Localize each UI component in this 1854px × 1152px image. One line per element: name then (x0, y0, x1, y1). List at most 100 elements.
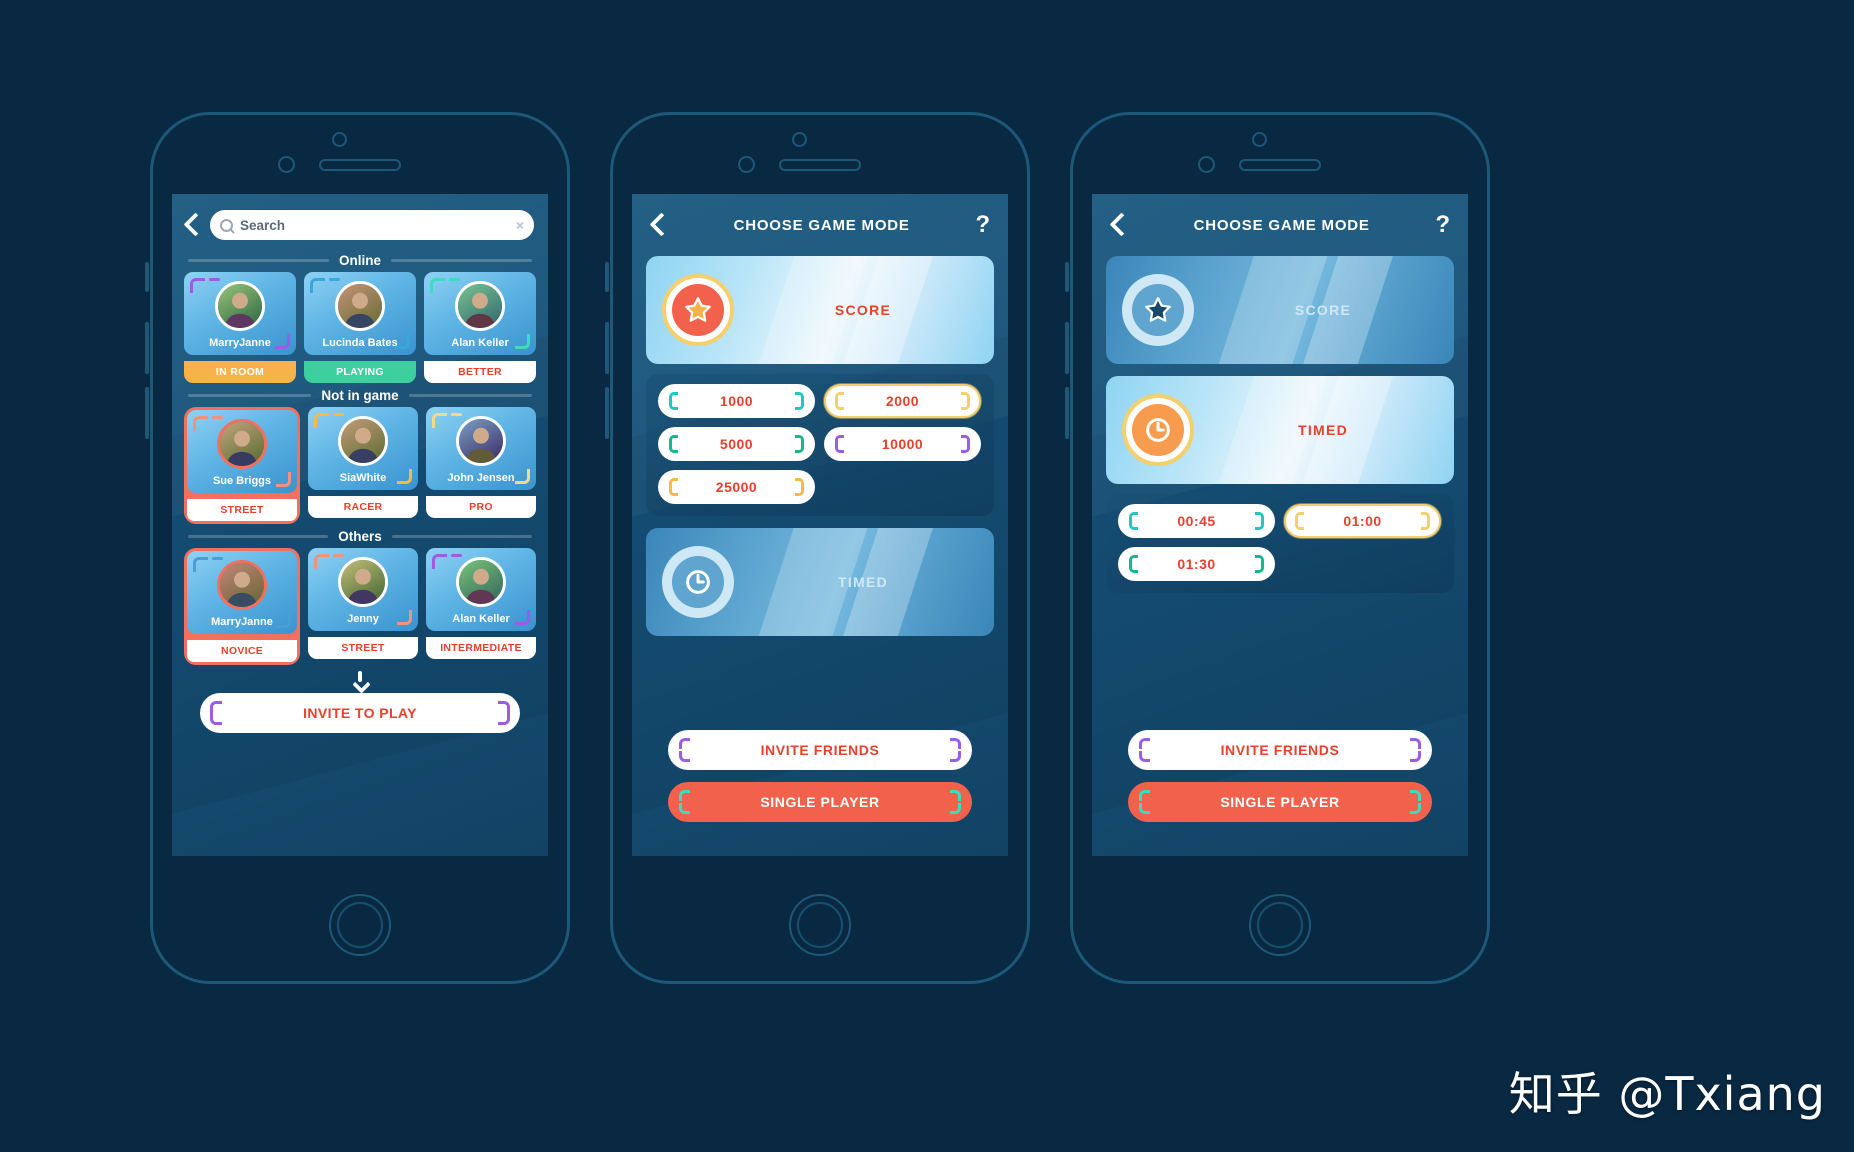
corner-accent-icon (1421, 512, 1430, 521)
player-card[interactable]: John Jensen PRO (426, 407, 536, 524)
app-mockup-canvas: Search × Online MarryJanne IN ROOM Lucinda … (0, 0, 1854, 1152)
help-icon[interactable]: ? (1435, 213, 1450, 237)
invite-friends-button[interactable]: INVITE FRIENDS (1128, 730, 1432, 770)
divider (391, 535, 533, 538)
player-card-body: Lucinda Bates (304, 272, 416, 355)
player-card[interactable]: Alan Keller BETTER (424, 272, 536, 383)
back-icon[interactable] (648, 212, 668, 238)
corner-accent-icon (209, 278, 220, 281)
status-badge: STREET (187, 499, 297, 521)
mode-card-timed[interactable]: TIMED (646, 528, 994, 636)
corner-accent-icon (210, 701, 222, 713)
player-card[interactable]: MarryJanne IN ROOM (184, 272, 296, 383)
corner-accent-icon (276, 613, 291, 628)
section-title: Others (338, 529, 382, 544)
player-card[interactable]: SiaWhite RACER (308, 407, 418, 524)
corner-accent-icon (1129, 564, 1138, 573)
corner-accent-icon (515, 334, 530, 349)
option-pill[interactable]: 01:30 (1118, 547, 1275, 581)
corner-accent-icon (212, 416, 223, 419)
corner-accent-icon (1129, 512, 1138, 521)
corner-accent-icon (795, 401, 804, 410)
corner-accent-icon (669, 435, 678, 444)
corner-accent-icon (210, 713, 222, 725)
phone-volume-down (1065, 387, 1069, 439)
help-icon[interactable]: ? (975, 213, 990, 237)
corner-accent-icon (669, 487, 678, 496)
phone-home-button[interactable] (329, 894, 391, 956)
corner-accent-icon (212, 557, 223, 560)
corner-accent-icon (961, 444, 970, 453)
divider (188, 394, 312, 397)
corner-accent-icon (669, 444, 678, 453)
phone-home-button[interactable] (1249, 894, 1311, 956)
corner-accent-icon (679, 790, 690, 801)
corner-accent-icon (449, 278, 460, 281)
mode-card-score[interactable]: SCORE (1106, 256, 1454, 364)
corner-accent-icon (498, 701, 510, 713)
option-pill[interactable]: 1000 (658, 384, 815, 418)
corner-accent-icon (310, 278, 325, 293)
invite-friends-button[interactable]: INVITE FRIENDS (668, 730, 972, 770)
corner-accent-icon (679, 803, 690, 814)
corner-accent-icon (397, 610, 412, 625)
phone-volume-up (1065, 322, 1069, 374)
option-label: 01:00 (1343, 513, 1382, 529)
corner-accent-icon (1410, 738, 1421, 749)
player-card[interactable]: Alan Keller INTERMEDIATE (426, 548, 536, 665)
corner-accent-icon (1410, 751, 1421, 762)
phone-mute-switch (605, 262, 609, 292)
phone-mockup-friends: Search × Online MarryJanne IN ROOM Lucinda … (145, 112, 570, 984)
option-pill[interactable]: 5000 (658, 427, 815, 461)
mode-card-timed[interactable]: TIMED (1106, 376, 1454, 484)
section-header: Others (172, 524, 548, 548)
player-card-body: Alan Keller (426, 548, 536, 631)
invite-to-play-button[interactable]: INVITE TO PLAY (200, 693, 520, 733)
phone-mockup-timed-mode: CHOOSE GAME MODE ? SCORE TIMED 00:45 01:… (1065, 112, 1490, 984)
phone-mute-switch (1065, 262, 1069, 292)
search-placeholder: Search (240, 217, 286, 233)
player-card[interactable]: Lucinda Bates PLAYING (304, 272, 416, 383)
single-player-button[interactable]: SINGLE PLAYER (1128, 782, 1432, 822)
single-player-button[interactable]: SINGLE PLAYER (668, 782, 972, 822)
corner-accent-icon (498, 713, 510, 725)
option-pill[interactable]: 10000 (824, 427, 981, 461)
corner-accent-icon (515, 610, 530, 625)
option-label: 00:45 (1177, 513, 1216, 529)
divider (188, 259, 329, 262)
player-card[interactable]: Sue Briggs STREET (184, 407, 300, 524)
search-input[interactable]: Search × (210, 210, 534, 240)
status-badge: RACER (308, 496, 418, 518)
divider (391, 259, 533, 262)
page-title: CHOOSE GAME MODE (733, 216, 910, 234)
option-pill[interactable]: 2000 (824, 384, 981, 418)
corner-accent-icon (395, 334, 410, 349)
option-pill[interactable]: 00:45 (1118, 504, 1275, 538)
clear-icon[interactable]: × (516, 217, 524, 233)
back-icon[interactable] (1108, 212, 1128, 238)
option-label: 25000 (715, 479, 758, 495)
player-card[interactable]: MarryJanne NOVICE (184, 548, 300, 665)
option-pill[interactable]: 01:00 (1284, 504, 1441, 538)
player-card[interactable]: Jenny STREET (308, 548, 418, 665)
invite-to-play-label: INVITE TO PLAY (303, 705, 417, 721)
divider (188, 535, 329, 538)
friends-sections: Online MarryJanne IN ROOM Lucinda Bates PLAY… (172, 248, 548, 665)
phone-home-button[interactable] (789, 894, 851, 956)
avatar (455, 281, 505, 331)
corner-accent-icon (1139, 803, 1150, 814)
corner-accent-icon (1421, 521, 1430, 530)
corner-accent-icon (193, 416, 208, 431)
back-icon[interactable] (182, 212, 202, 238)
mode-card-score[interactable]: SCORE (646, 256, 994, 364)
watermark: 知乎 @Txiang (1508, 1067, 1826, 1121)
player-name: MarryJanne (209, 337, 271, 349)
corner-accent-icon (1255, 512, 1264, 521)
player-card-body: Sue Briggs (187, 410, 297, 493)
corner-accent-icon (275, 334, 290, 349)
option-pill[interactable]: 25000 (658, 470, 815, 504)
phone-camera-icon (792, 132, 807, 147)
corner-accent-icon (1129, 521, 1138, 530)
avatar (456, 416, 506, 466)
player-card-body: Alan Keller (424, 272, 536, 355)
